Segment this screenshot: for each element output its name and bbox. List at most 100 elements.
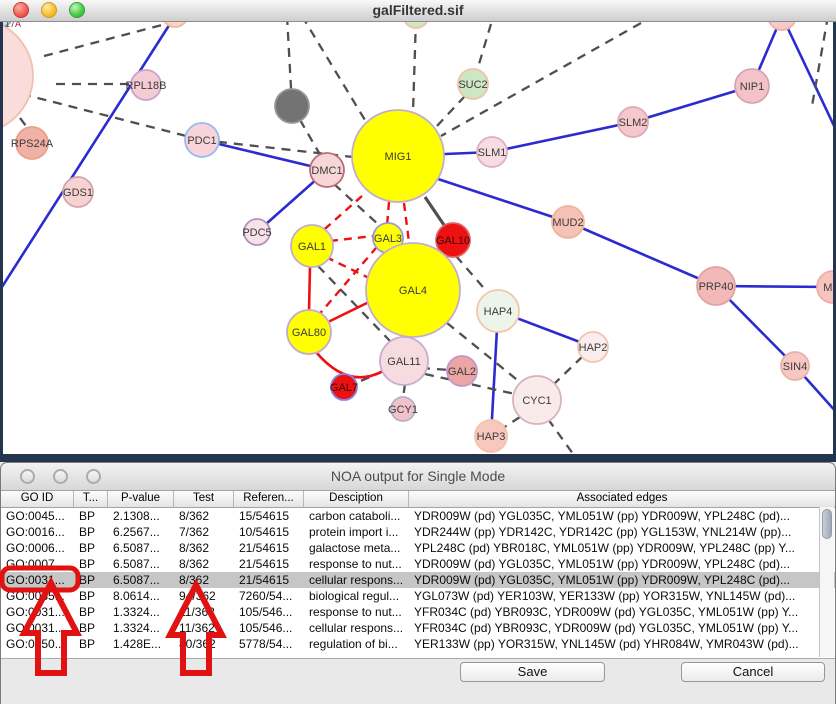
cell-go-id: GO:0016... [1, 524, 74, 540]
node-label-hap4: HAP4 [484, 306, 513, 318]
table-row[interactable]: GO:0007...BP6.5087...8/36221/54615respon… [1, 556, 835, 572]
table-header: GO IDT...P-valueTestReferen...Desciption… [1, 491, 835, 508]
cell-reference: 21/54615 [234, 556, 304, 572]
edge[interactable] [309, 266, 310, 311]
save-button[interactable]: Save [460, 662, 605, 682]
noa-window: NOA output for Single Mode GO IDT...P-va… [0, 462, 836, 704]
cell-p-value: 6.5087... [108, 556, 174, 572]
cell-description: biological regul... [304, 588, 409, 604]
network-window: RPL18BRPS24AGDS1PDC1PDC5DMC1MIG1SUC2SLM1… [0, 0, 836, 462]
cancel-button[interactable]: Cancel [681, 662, 825, 682]
table-row-selected[interactable]: GO:0031...BP6.5087...8/36221/54615cellul… [1, 572, 835, 588]
cell-description: cellular respons... [304, 572, 409, 588]
traffic-lights [13, 2, 85, 18]
column-header-associated-edges[interactable]: Associated edges [409, 491, 835, 507]
zoom-button[interactable] [86, 469, 101, 484]
noa-titlebar: NOA output for Single Mode [1, 463, 835, 491]
table-row[interactable]: GO:0045...BP2.1308...8/36215/54615carbon… [1, 508, 835, 524]
node-label-prp40: PRP40 [699, 281, 734, 293]
cell-p-value: 2.1308... [108, 508, 174, 524]
node-label-mig1: MIG1 [385, 151, 412, 163]
column-header-test[interactable]: Test [174, 491, 234, 507]
cell-associated-edges: YPL248C (pd) YBR018C, YML051W (pp) YDR00… [409, 540, 835, 556]
cell-p-value: 6.5087... [108, 572, 174, 588]
node-label-nip1: NIP1 [740, 81, 764, 93]
cell-test: 8/362 [174, 556, 234, 572]
inactive-traffic-lights [20, 469, 101, 484]
cell-go-id: GO:0031... [1, 572, 74, 588]
node-label-gal1: GAL1 [298, 241, 326, 253]
cell-go-id: GO:0031... [1, 604, 74, 620]
cell-description: galactose meta... [304, 540, 409, 556]
table-row[interactable]: GO:0031...BP1.3324...11/362105/546...cel… [1, 620, 835, 636]
node-label-gal2: GAL2 [448, 366, 476, 378]
minimize-button[interactable] [53, 469, 68, 484]
cell-reference: 21/54615 [234, 540, 304, 556]
column-header-desciption[interactable]: Desciption [304, 491, 409, 507]
table-row[interactable]: GO:0031...BP1.3324...11/362105/546...res… [1, 604, 835, 620]
cell-p-value: 6.2567... [108, 524, 174, 540]
frame-bottom [0, 454, 836, 462]
cell-type: BP [74, 556, 108, 572]
cell-description: response to nut... [304, 604, 409, 620]
column-header-referen[interactable]: Referen... [234, 491, 304, 507]
cell-description: protein import i... [304, 524, 409, 540]
table-row[interactable]: GO:0006...BP6.5087...8/36221/54615galact… [1, 540, 835, 556]
window-title: galFiltered.sif [0, 0, 836, 21]
cell-reference: 105/546... [234, 620, 304, 636]
cell-go-id: GO:0050... [1, 636, 74, 652]
cell-test: 8/362 [174, 508, 234, 524]
node-label-hap2: HAP2 [579, 342, 608, 354]
network-canvas[interactable]: RPL18BRPS24AGDS1PDC1PDC5DMC1MIG1SUC2SLM1… [0, 0, 836, 462]
network-titlebar: galFiltered.sif [0, 0, 836, 22]
frame-left [0, 21, 3, 454]
cell-go-id: GO:0007... [1, 556, 74, 572]
table-row[interactable]: GO:0050...BP1.428E...80/3625778/54...reg… [1, 636, 835, 652]
node-label-gal3: GAL3 [374, 233, 402, 245]
node-label-gcy1: GCY1 [388, 404, 418, 416]
node-label-slm2: SLM2 [619, 117, 648, 129]
cell-description: regulation of bi... [304, 636, 409, 652]
cell-type: BP [74, 588, 108, 604]
table-body: GO:0045...BP2.1308...8/36215/54615carbon… [1, 508, 835, 659]
node-label-dmc1: DMC1 [311, 165, 342, 177]
minimize-button[interactable] [41, 2, 57, 18]
table-row[interactable]: GO:0016...BP6.2567...7/36210/54615protei… [1, 524, 835, 540]
cell-go-id: GO:0065... [1, 588, 74, 604]
close-button[interactable] [20, 469, 35, 484]
node-label-gal11: GAL11 [387, 356, 420, 368]
node-gray-node[interactable] [275, 89, 309, 123]
cell-test: 8/362 [174, 540, 234, 556]
node-label-gal80: GAL80 [292, 327, 326, 339]
scrollbar-thumb[interactable] [822, 509, 832, 539]
cell-reference: 10/54615 [234, 524, 304, 540]
zoom-button[interactable] [69, 2, 85, 18]
cell-reference: 7260/54... [234, 588, 304, 604]
cell-associated-edges: YGL073W (pd) YER103W, YER133W (pp) YOR31… [409, 588, 835, 604]
cell-description: response to nut... [304, 556, 409, 572]
cell-go-id: GO:0045... [1, 508, 74, 524]
cell-type: BP [74, 604, 108, 620]
cell-reference: 105/546... [234, 604, 304, 620]
cell-reference: 5778/54... [234, 636, 304, 652]
column-header-p-value[interactable]: P-value [108, 491, 174, 507]
cell-type: BP [74, 508, 108, 524]
cell-description: cellular respons... [304, 620, 409, 636]
close-button[interactable] [13, 2, 29, 18]
cell-type: BP [74, 540, 108, 556]
cell-test: 11/362 [174, 604, 234, 620]
node-label-suc2: SUC2 [458, 79, 487, 91]
cell-reference: 21/54615 [234, 572, 304, 588]
cell-go-id: GO:0006... [1, 540, 74, 556]
cell-test: 8/362 [174, 572, 234, 588]
table-row[interactable]: GO:0065...BP8.0614...94/3627260/54...bio… [1, 588, 835, 604]
column-header-t[interactable]: T... [74, 491, 108, 507]
vertical-scrollbar[interactable] [819, 507, 834, 657]
node-label-rpl18b: RPL18B [126, 80, 167, 92]
cell-p-value: 1.428E... [108, 636, 174, 652]
node-label-hap3: HAP3 [477, 431, 506, 443]
canvas-background[interactable] [0, 0, 836, 462]
cell-test: 11/362 [174, 620, 234, 636]
column-header-go-id[interactable]: GO ID [1, 491, 74, 507]
node-label-gal10: GAL10 [436, 235, 470, 247]
